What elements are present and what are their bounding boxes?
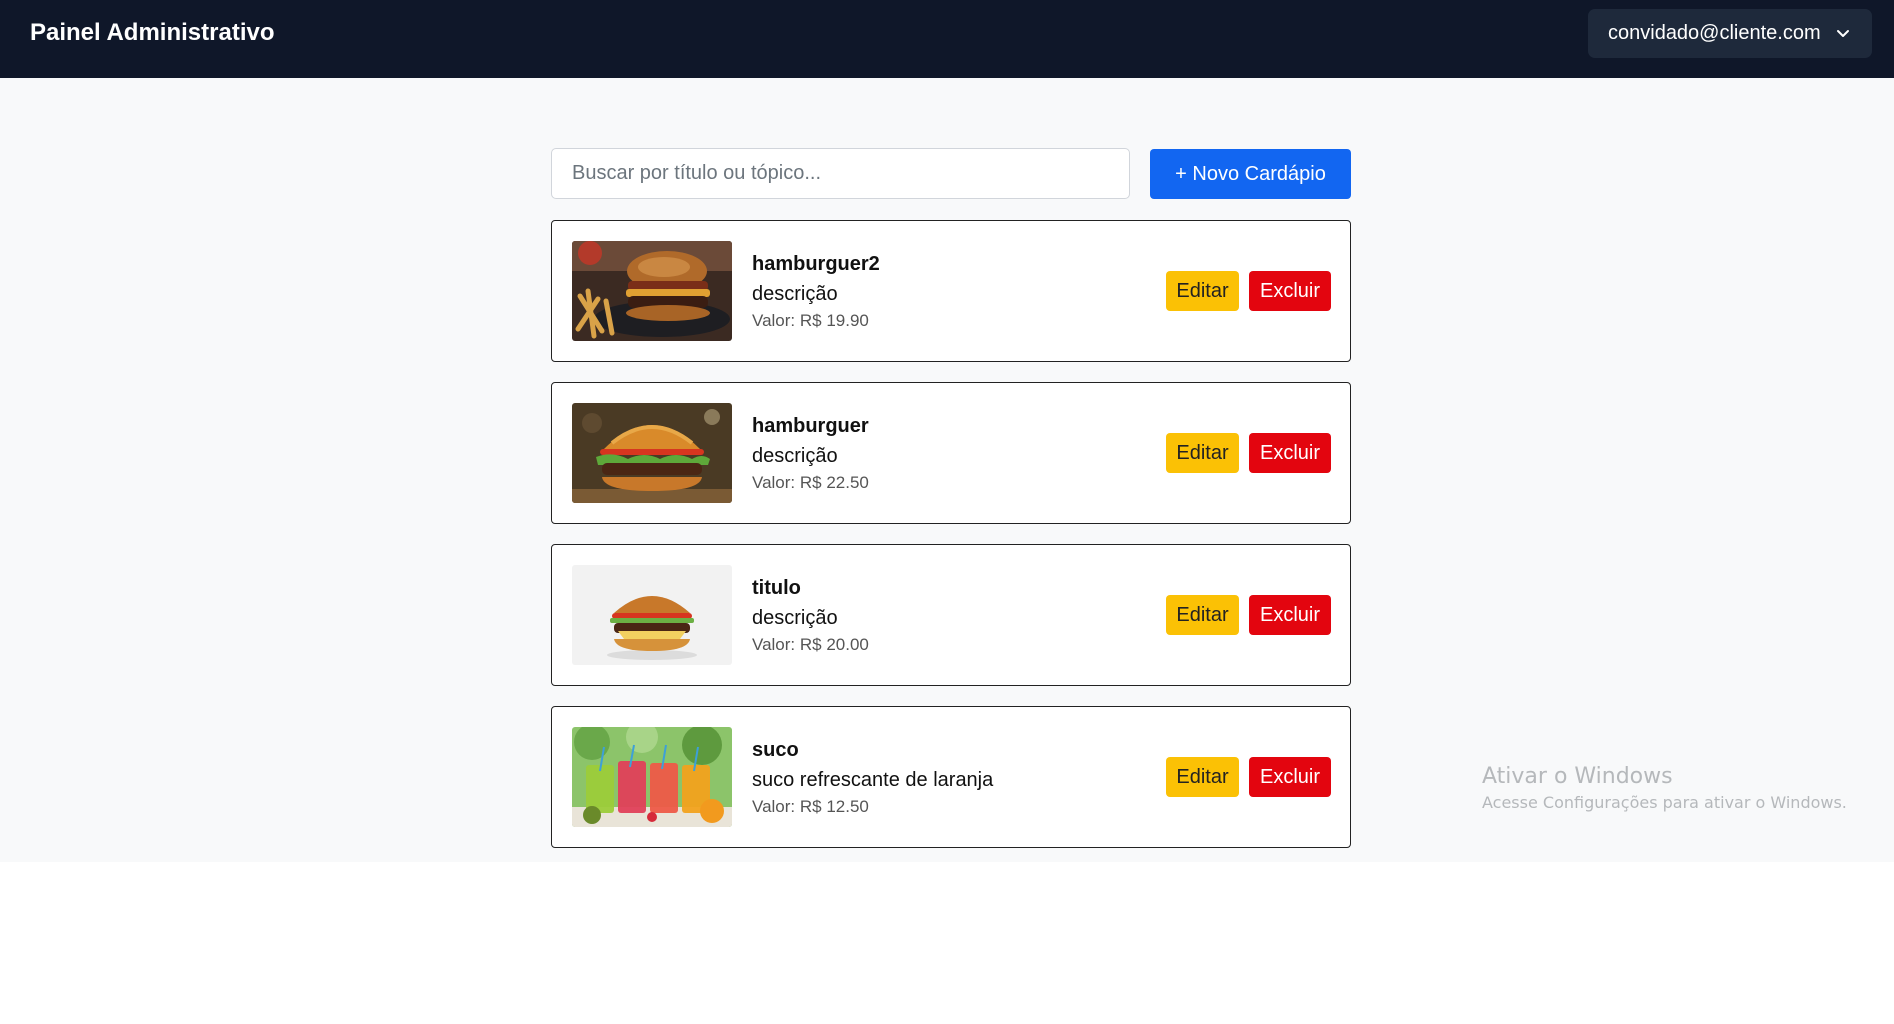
menu-item-card: hamburguer2 descrição Valor: R$ 19.90 Ed… bbox=[551, 220, 1351, 362]
watermark-title: Ativar o Windows bbox=[1482, 764, 1673, 789]
item-title: hamburguer bbox=[752, 415, 869, 437]
app-title: Painel Administrativo bbox=[30, 19, 275, 46]
delete-button[interactable]: Excluir bbox=[1249, 757, 1331, 797]
item-price: Valor: R$ 20.00 bbox=[752, 635, 869, 654]
item-title: titulo bbox=[752, 577, 801, 599]
top-navbar: Painel Administrativo convidado@cliente.… bbox=[0, 0, 1894, 78]
item-price: Valor: R$ 22.50 bbox=[752, 473, 869, 492]
new-menu-button[interactable]: + Novo Cardápio bbox=[1150, 149, 1351, 199]
menu-item-card: suco suco refrescante de laranja Valor: … bbox=[551, 706, 1351, 848]
item-description: descrição bbox=[752, 445, 838, 467]
item-description: descrição bbox=[752, 607, 838, 629]
item-title: suco bbox=[752, 739, 799, 761]
chevron-down-icon bbox=[1837, 30, 1849, 37]
user-menu-dropdown[interactable]: convidado@cliente.com bbox=[1588, 9, 1872, 58]
delete-button[interactable]: Excluir bbox=[1249, 433, 1331, 473]
edit-button[interactable]: Editar bbox=[1166, 595, 1239, 635]
user-email: convidado@cliente.com bbox=[1608, 22, 1821, 44]
edit-button[interactable]: Editar bbox=[1166, 757, 1239, 797]
search-input[interactable] bbox=[551, 148, 1130, 199]
menu-item-card: hamburguer descrição Valor: R$ 22.50 Edi… bbox=[551, 382, 1351, 524]
burger-image bbox=[572, 403, 732, 503]
juice-glasses-image bbox=[572, 727, 732, 827]
edit-button[interactable]: Editar bbox=[1166, 433, 1239, 473]
burger-fries-image bbox=[572, 241, 732, 341]
watermark-subtitle: Acesse Configurações para ativar o Windo… bbox=[1482, 793, 1847, 812]
edit-button[interactable]: Editar bbox=[1166, 271, 1239, 311]
delete-button[interactable]: Excluir bbox=[1249, 595, 1331, 635]
delete-button[interactable]: Excluir bbox=[1249, 271, 1331, 311]
item-price: Valor: R$ 12.50 bbox=[752, 797, 869, 816]
item-description: suco refrescante de laranja bbox=[752, 769, 994, 791]
item-description: descrição bbox=[752, 283, 838, 305]
item-price: Valor: R$ 19.90 bbox=[752, 311, 869, 330]
windows-activation-watermark: Ativar o Windows Acesse Configurações pa… bbox=[1482, 763, 1847, 815]
burger-white-background-image bbox=[572, 565, 732, 665]
item-title: hamburguer2 bbox=[752, 253, 880, 275]
menu-item-card: titulo descrição Valor: R$ 20.00 Editar … bbox=[551, 544, 1351, 686]
